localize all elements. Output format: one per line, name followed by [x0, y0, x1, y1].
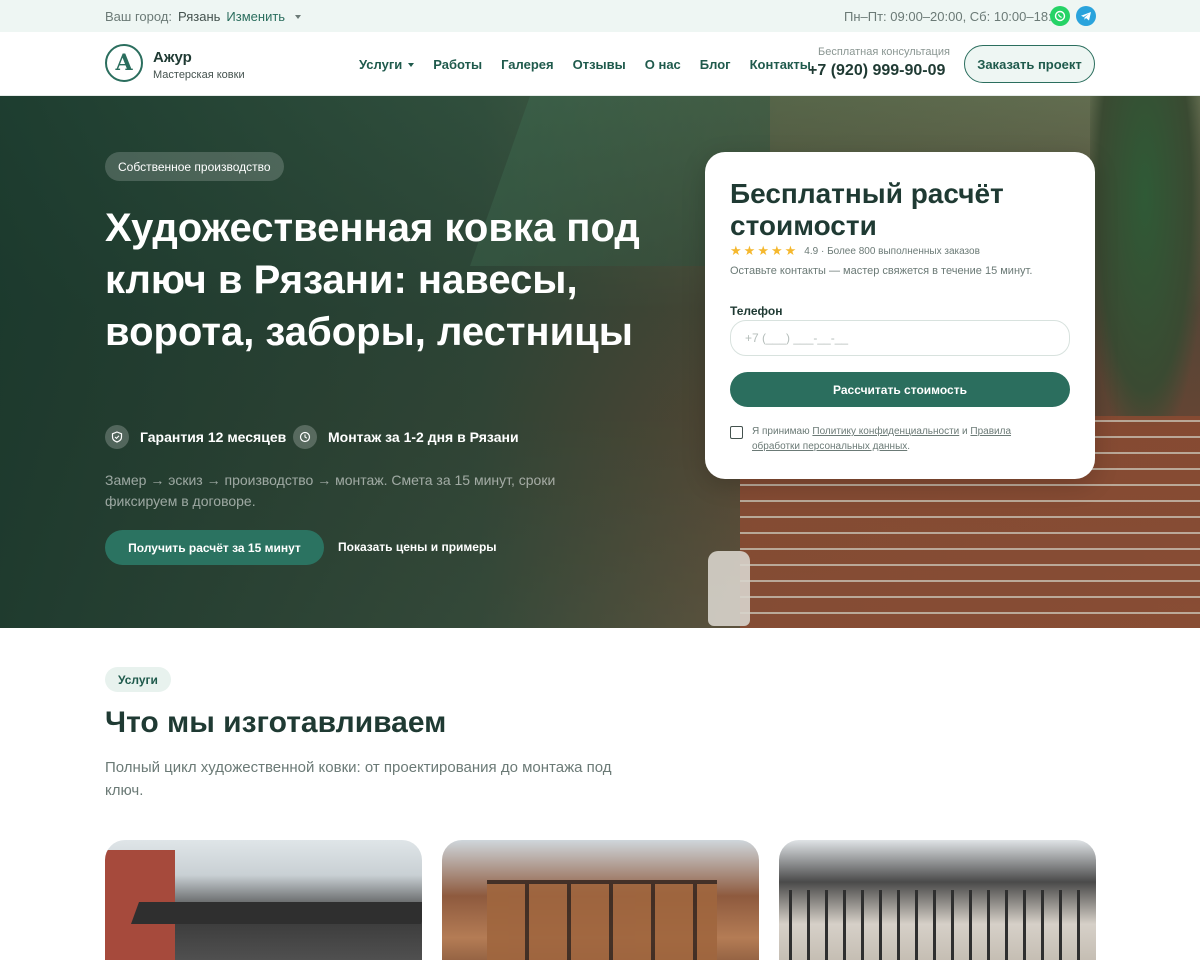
- consent-checkbox[interactable]: [730, 426, 743, 439]
- get-estimate-button[interactable]: Получить расчёт за 15 минут: [105, 530, 324, 565]
- chevron-down-icon: [408, 62, 415, 67]
- phone-input[interactable]: [730, 320, 1070, 356]
- service-card-canopy-image[interactable]: [105, 840, 422, 960]
- show-prices-link[interactable]: Показать цены и примеры: [338, 540, 497, 554]
- phone-label: Телефон: [730, 304, 783, 318]
- clock-icon: [293, 425, 317, 449]
- feature-installation: Монтаж за 1-2 дня в Рязани: [293, 425, 519, 449]
- estimate-form-card: Бесплатный расчёт стоимости ★ ★ ★ ★ ★ 4.…: [705, 152, 1095, 479]
- nav-item-reviews[interactable]: Отзывы: [573, 57, 626, 72]
- nav-item-contacts[interactable]: Контакты: [750, 57, 811, 72]
- change-city-link[interactable]: Изменить: [226, 9, 285, 24]
- top-bar: Ваш город: Рязань Изменить Пн–Пт: 09:00–…: [0, 0, 1200, 32]
- logo-title[interactable]: Ажур: [153, 49, 192, 66]
- star-icon: ★: [784, 243, 797, 258]
- logo-icon[interactable]: A: [105, 44, 143, 82]
- telegram-icon[interactable]: [1076, 6, 1096, 26]
- working-hours: Пн–Пт: 09:00–20:00, Сб: 10:00–18:00: [844, 9, 1067, 24]
- hero-background-trees: [1090, 96, 1200, 426]
- consult-label: Бесплатная консультация: [818, 46, 950, 58]
- service-card-fence-image[interactable]: [779, 840, 1096, 960]
- nav-item-gallery[interactable]: Галерея: [501, 57, 554, 72]
- nav-label: Услуги: [359, 57, 403, 72]
- feature-warranty: Гарантия 12 месяцев: [105, 425, 286, 449]
- order-project-button[interactable]: Заказать проект: [964, 45, 1095, 83]
- logo-subtitle: Мастерская ковки: [153, 69, 245, 81]
- site-header: A Ажур Мастерская ковки Услуги Работы Га…: [0, 32, 1200, 96]
- city-label: Ваш город:: [105, 9, 172, 24]
- whatsapp-icon[interactable]: [1050, 6, 1070, 26]
- rating-text: 4.9 · Более 800 выполненных заказов: [804, 245, 980, 257]
- feature-label: Монтаж за 1-2 дня в Рязани: [328, 429, 519, 445]
- city-name: Рязань: [178, 9, 221, 24]
- chevron-down-icon[interactable]: [295, 14, 302, 19]
- card-image-gate: [487, 880, 717, 960]
- star-icon: ★: [770, 243, 783, 258]
- calculate-button[interactable]: Рассчитать стоимость: [730, 372, 1070, 407]
- consent-and: и: [962, 426, 968, 437]
- service-card-gates-image[interactable]: [442, 840, 759, 960]
- header-phone-link[interactable]: +7 (920) 999-90-09: [808, 62, 945, 80]
- nav-item-services[interactable]: Услуги: [359, 57, 415, 72]
- hero-badge: Собственное производство: [105, 152, 284, 181]
- hero-background-bag: [708, 551, 750, 626]
- hero-description: Замер → эскиз → производство → монтаж. С…: [105, 472, 556, 509]
- star-icon: ★: [730, 243, 742, 258]
- nav-item-works[interactable]: Работы: [433, 57, 482, 72]
- form-title: Бесплатный расчёт стоимости: [730, 178, 1004, 241]
- main-nav: Услуги Работы Галерея Отзывы О нас Блог …: [359, 57, 830, 72]
- card-image-fence: [789, 890, 1089, 960]
- nav-item-blog[interactable]: Блог: [700, 57, 731, 72]
- shield-icon: [105, 425, 129, 449]
- card-image-canopy: [130, 902, 422, 924]
- nav-item-about[interactable]: О нас: [645, 57, 681, 72]
- consent-text: Я принимаю Политику конфиденциальности и…: [752, 426, 1012, 452]
- star-icon: ★: [757, 243, 769, 258]
- feature-label: Гарантия 12 месяцев: [140, 429, 287, 445]
- services-title: Что мы изготавливаем: [105, 706, 447, 739]
- hero-title: Художественная ковка под ключ в Рязани: …: [105, 206, 640, 354]
- services-description: Полный цикл художественной ковки: от про…: [105, 759, 612, 799]
- star-icon: ★: [743, 243, 756, 258]
- consent-prefix: Я принимаю: [752, 426, 810, 437]
- city-selector[interactable]: Ваш город: Рязань Изменить: [105, 9, 302, 24]
- logo-letter: A: [115, 50, 133, 76]
- services-badge: Услуги: [105, 667, 171, 692]
- form-subtitle: Оставьте контакты — мастер свяжется в те…: [730, 265, 1033, 277]
- privacy-policy-link[interactable]: Политику конфиденциальности: [812, 426, 959, 437]
- rating: ★ ★ ★ ★ ★ 4.9 · Более 800 выполненных за…: [730, 243, 980, 259]
